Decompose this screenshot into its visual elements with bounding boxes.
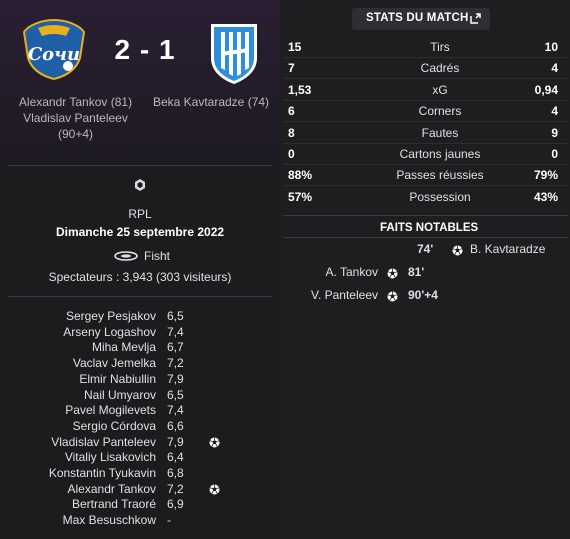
player-row[interactable]: Miha Mevlja 6,7	[0, 340, 230, 356]
home-scorer-line[interactable]: Vladislav Panteleev	[8, 110, 143, 126]
player-rating: 7,4	[167, 403, 184, 418]
player-rating: 7,4	[167, 324, 184, 339]
player-row[interactable]: Vitaliy Lisakovich 6,4	[0, 450, 230, 466]
stat-row-divider	[283, 121, 568, 123]
player-rating: 6,5	[167, 387, 184, 402]
match-score: 2 - 1	[114, 34, 176, 65]
player-row[interactable]: Arseny Logashov 7,4	[0, 325, 230, 341]
player-name[interactable]: Miha Mevlja	[92, 340, 156, 354]
stat-away-value: 4	[551, 104, 558, 119]
home-scorers: Alexandr Tankov (81) Vladislav Panteleev…	[8, 94, 143, 142]
player-name[interactable]: Max Besuschkow	[63, 513, 156, 527]
stat-home-value: 6	[288, 104, 295, 119]
stat-away-value: 10	[544, 40, 558, 54]
player-row[interactable]: Konstantin Tyukavin 6,8	[0, 466, 230, 482]
event-player[interactable]: A. Tankov	[300, 265, 378, 279]
player-rating: 6,5	[167, 309, 184, 323]
football-icon	[209, 437, 220, 448]
player-row[interactable]: Vaclav Jemelka 7,2	[0, 356, 230, 372]
away-scorers: Beka Kavtaradze (74)	[150, 94, 272, 110]
player-row[interactable]: Elmir Nabiullin 7,9	[0, 372, 230, 388]
player-rating: 7,2	[167, 481, 184, 496]
nizhny-crest[interactable]	[207, 18, 261, 86]
football-icon	[209, 484, 220, 495]
stat-home-value: 0	[288, 147, 295, 161]
player-name[interactable]: Vitaliy Lisakovich	[65, 450, 156, 464]
player-name[interactable]: Konstantin Tyukavin	[49, 466, 156, 480]
event-player[interactable]: V. Panteleev	[300, 288, 378, 302]
player-row[interactable]: Bertrand Traoré 6,9	[0, 497, 230, 513]
player-rating: 6,6	[167, 418, 184, 433]
player-rating: 6,4	[167, 450, 184, 465]
home-scorer-line[interactable]: Alexandr Tankov (81)	[8, 94, 143, 110]
rpl-logo	[135, 179, 145, 191]
player-rating: 6,8	[167, 466, 184, 480]
match-date: Dimanche 25 septembre 2022	[55, 225, 225, 239]
event-minute: 90'+4	[408, 288, 438, 302]
player-rating: 6,9	[167, 497, 184, 512]
player-row[interactable]: Max Besuschkow -	[0, 513, 230, 529]
divider	[283, 215, 568, 216]
player-row[interactable]: Nail Umyarov 6,5	[0, 388, 230, 404]
events-header: FAITS NOTABLES	[380, 222, 479, 234]
stat-home-value: 15	[288, 40, 302, 54]
stat-row-divider	[283, 57, 568, 58]
event-row[interactable]: V. Panteleev 90'+4	[0, 288, 570, 306]
stat-home-value: 88%	[288, 168, 313, 183]
football-icon	[387, 291, 398, 302]
player-rating: 6,7	[167, 340, 184, 355]
stat-row-divider	[283, 99, 568, 101]
home-scorer-line: (90+4)	[57, 127, 94, 141]
stat-row-divider	[283, 78, 568, 80]
expand-icon[interactable]	[470, 13, 481, 24]
football-icon	[387, 268, 398, 279]
event-minute: 74'	[417, 242, 434, 256]
player-name[interactable]: Vaclav Jemelka	[73, 356, 156, 370]
svg-text:Сочи: Сочи	[28, 44, 80, 65]
event-minute: 81'	[408, 265, 425, 279]
player-rating: 7,9	[167, 371, 184, 386]
stat-home-value: 1,53	[288, 82, 312, 97]
stat-away-value: 79%	[533, 168, 558, 183]
player-name[interactable]: Sergey Pesjakov	[66, 309, 156, 323]
stat-row-divider	[283, 164, 568, 165]
player-rating: 7,2	[167, 356, 184, 371]
player-row[interactable]: Sergio Córdova 6,6	[0, 419, 230, 435]
player-name[interactable]: Bertrand Traoré	[72, 497, 156, 511]
event-row[interactable]: A. Tankov 81'	[0, 265, 570, 283]
divider	[283, 237, 568, 238]
football-icon	[452, 245, 463, 256]
player-name[interactable]: Alexandr Tankov	[68, 482, 157, 496]
stat-row-divider	[283, 142, 568, 144]
event-row[interactable]: B. Kavtaradze 74'	[0, 242, 570, 260]
stat-home-value: 7	[288, 61, 295, 76]
stat-away-value: 4	[551, 61, 558, 76]
stat-away-value: 0	[551, 147, 558, 161]
player-row[interactable]: Vladislav Panteleev 7,9	[0, 435, 230, 451]
sochi-crest[interactable]: Сочи	[20, 18, 88, 80]
stats-header-title: STATS DU MATCH	[366, 12, 469, 24]
player-row[interactable]: Sergey Pesjakov 6,5	[0, 309, 230, 325]
competition-name[interactable]: RPL	[0, 207, 280, 221]
player-name[interactable]: Pavel Mogilevets	[65, 403, 156, 417]
stat-home-value: 57%	[288, 189, 313, 204]
player-name[interactable]: Sergio Córdova	[73, 419, 156, 433]
event-player[interactable]: B. Kavtaradze	[470, 242, 545, 256]
away-scorer-line[interactable]: Beka Kavtaradze (74)	[150, 94, 272, 110]
divider	[8, 165, 272, 166]
stat-away-value: 0,94	[534, 82, 558, 97]
stat-row-divider	[283, 185, 568, 187]
player-name[interactable]: Nail Umyarov	[84, 388, 156, 402]
stat-away-value: 43%	[533, 189, 558, 204]
player-rating: -	[167, 513, 171, 528]
player-row[interactable]: Pavel Mogilevets 7,4	[0, 403, 230, 419]
player-name[interactable]: Elmir Nabiullin	[79, 372, 156, 386]
player-name[interactable]: Arseny Logashov	[63, 325, 156, 339]
stat-home-value: 8	[288, 125, 295, 140]
player-name[interactable]: Vladislav Panteleev	[51, 435, 156, 449]
player-rating: 7,9	[167, 434, 184, 449]
player-row[interactable]: Alexandr Tankov 7,2	[0, 482, 230, 498]
stat-away-value: 9	[551, 125, 558, 140]
